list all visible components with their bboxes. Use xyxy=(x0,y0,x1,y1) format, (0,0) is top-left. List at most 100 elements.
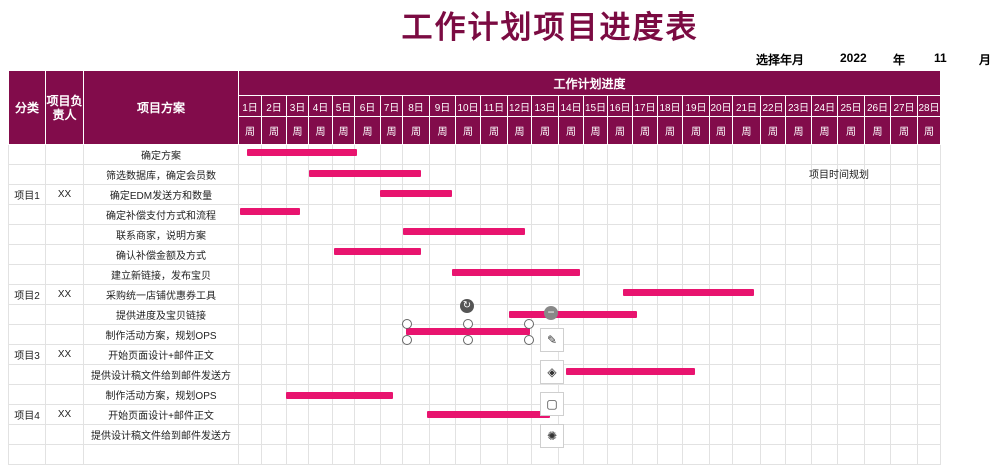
resize-handle[interactable] xyxy=(524,319,534,329)
plan-cell[interactable]: 建立新链接，发布宝贝 xyxy=(83,264,239,285)
grid-cell[interactable] xyxy=(709,404,733,425)
grid-cell[interactable] xyxy=(785,264,812,285)
grid-cell[interactable] xyxy=(261,244,287,265)
grid-cell[interactable] xyxy=(402,444,430,465)
grid-cell[interactable] xyxy=(531,184,559,205)
category-cell[interactable] xyxy=(8,264,46,285)
owner-cell[interactable] xyxy=(45,304,84,325)
grid-cell[interactable] xyxy=(785,384,812,405)
grid-cell[interactable] xyxy=(332,284,355,305)
grid-cell[interactable] xyxy=(657,184,683,205)
grid-cell[interactable] xyxy=(632,184,658,205)
grid-cell[interactable] xyxy=(890,204,918,225)
grid-cell[interactable] xyxy=(507,444,532,465)
grid-cell[interactable] xyxy=(864,264,891,285)
grid-cell[interactable] xyxy=(890,284,918,305)
plan-cell[interactable]: 筛选数据库，确定会员数 xyxy=(83,164,239,185)
grid-cell[interactable] xyxy=(261,444,287,465)
grid-cell[interactable] xyxy=(760,244,786,265)
grid-cell[interactable] xyxy=(583,184,608,205)
grid-cell[interactable] xyxy=(455,244,481,265)
grid-cell[interactable] xyxy=(380,364,403,385)
gantt-bar[interactable] xyxy=(309,170,421,177)
grid-cell[interactable] xyxy=(864,384,891,405)
grid-cell[interactable] xyxy=(811,224,838,245)
grid-cell[interactable] xyxy=(682,384,710,405)
grid-cell[interactable] xyxy=(811,204,838,225)
plan-cell[interactable]: 采购统一店铺优惠券工具 xyxy=(83,284,239,305)
grid-cell[interactable] xyxy=(632,404,658,425)
grid-cell[interactable] xyxy=(531,164,559,185)
grid-cell[interactable] xyxy=(890,224,918,245)
grid-cell[interactable] xyxy=(837,324,865,345)
grid-cell[interactable] xyxy=(917,164,941,185)
grid-cell[interactable] xyxy=(480,144,508,165)
grid-cell[interactable] xyxy=(917,424,941,445)
grid-cell[interactable] xyxy=(83,444,239,465)
grid-cell[interactable] xyxy=(332,364,355,385)
grid-cell[interactable] xyxy=(864,444,891,465)
grid-cell[interactable] xyxy=(657,204,683,225)
grid-cell[interactable] xyxy=(682,344,710,365)
grid-cell[interactable] xyxy=(732,324,761,345)
year-value[interactable]: 2022 xyxy=(840,51,867,65)
grid-cell[interactable] xyxy=(480,284,508,305)
grid-cell[interactable] xyxy=(732,424,761,445)
grid-cell[interactable] xyxy=(732,144,761,165)
owner-cell[interactable] xyxy=(45,224,84,245)
grid-cell[interactable] xyxy=(785,424,812,445)
owner-cell[interactable] xyxy=(45,164,84,185)
month-value[interactable]: 11 xyxy=(934,51,947,65)
grid-cell[interactable] xyxy=(583,384,608,405)
grid-cell[interactable] xyxy=(308,264,333,285)
grid-cell[interactable] xyxy=(785,244,812,265)
grid-cell[interactable] xyxy=(332,424,355,445)
grid-cell[interactable] xyxy=(760,304,786,325)
plan-cell[interactable]: 制作活动方案，规划OPS xyxy=(83,324,239,345)
owner-cell[interactable]: XX xyxy=(45,344,84,365)
grid-cell[interactable] xyxy=(261,164,287,185)
owner-cell[interactable]: XX xyxy=(45,284,84,305)
grid-cell[interactable] xyxy=(709,204,733,225)
grid-cell[interactable] xyxy=(332,404,355,425)
grid-cell[interactable] xyxy=(238,224,262,245)
owner-cell[interactable] xyxy=(45,384,84,405)
grid-cell[interactable] xyxy=(455,144,481,165)
grid-cell[interactable] xyxy=(760,284,786,305)
grid-cell[interactable] xyxy=(402,204,430,225)
grid-cell[interactable] xyxy=(732,264,761,285)
grid-cell[interactable] xyxy=(354,324,381,345)
grid-cell[interactable] xyxy=(238,444,262,465)
grid-cell[interactable] xyxy=(760,424,786,445)
grid-cell[interactable] xyxy=(864,144,891,165)
category-cell[interactable]: 项目3 xyxy=(8,344,46,365)
grid-cell[interactable] xyxy=(709,384,733,405)
grid-cell[interactable] xyxy=(917,244,941,265)
grid-cell[interactable] xyxy=(607,344,633,365)
grid-cell[interactable] xyxy=(837,444,865,465)
owner-cell[interactable] xyxy=(45,364,84,385)
category-cell[interactable] xyxy=(8,424,46,445)
gantt-bar[interactable] xyxy=(452,269,580,276)
grid-cell[interactable] xyxy=(238,284,262,305)
grid-cell[interactable] xyxy=(811,444,838,465)
grid-cell[interactable] xyxy=(380,344,403,365)
grid-cell[interactable] xyxy=(709,244,733,265)
grid-cell[interactable] xyxy=(811,264,838,285)
grid-cell[interactable] xyxy=(308,444,333,465)
plan-cell[interactable]: 联系商家，说明方案 xyxy=(83,224,239,245)
grid-cell[interactable] xyxy=(760,164,786,185)
grid-cell[interactable] xyxy=(709,424,733,445)
category-cell[interactable] xyxy=(8,164,46,185)
category-cell[interactable] xyxy=(8,224,46,245)
grid-cell[interactable] xyxy=(308,424,333,445)
grid-cell[interactable] xyxy=(455,364,481,385)
grid-cell[interactable] xyxy=(890,264,918,285)
grid-cell[interactable] xyxy=(732,204,761,225)
category-cell[interactable] xyxy=(8,324,46,345)
grid-cell[interactable] xyxy=(632,324,658,345)
gantt-bar[interactable] xyxy=(427,411,550,418)
grid-cell[interactable] xyxy=(760,184,786,205)
grid-cell[interactable] xyxy=(917,144,941,165)
grid-cell[interactable] xyxy=(429,304,456,325)
